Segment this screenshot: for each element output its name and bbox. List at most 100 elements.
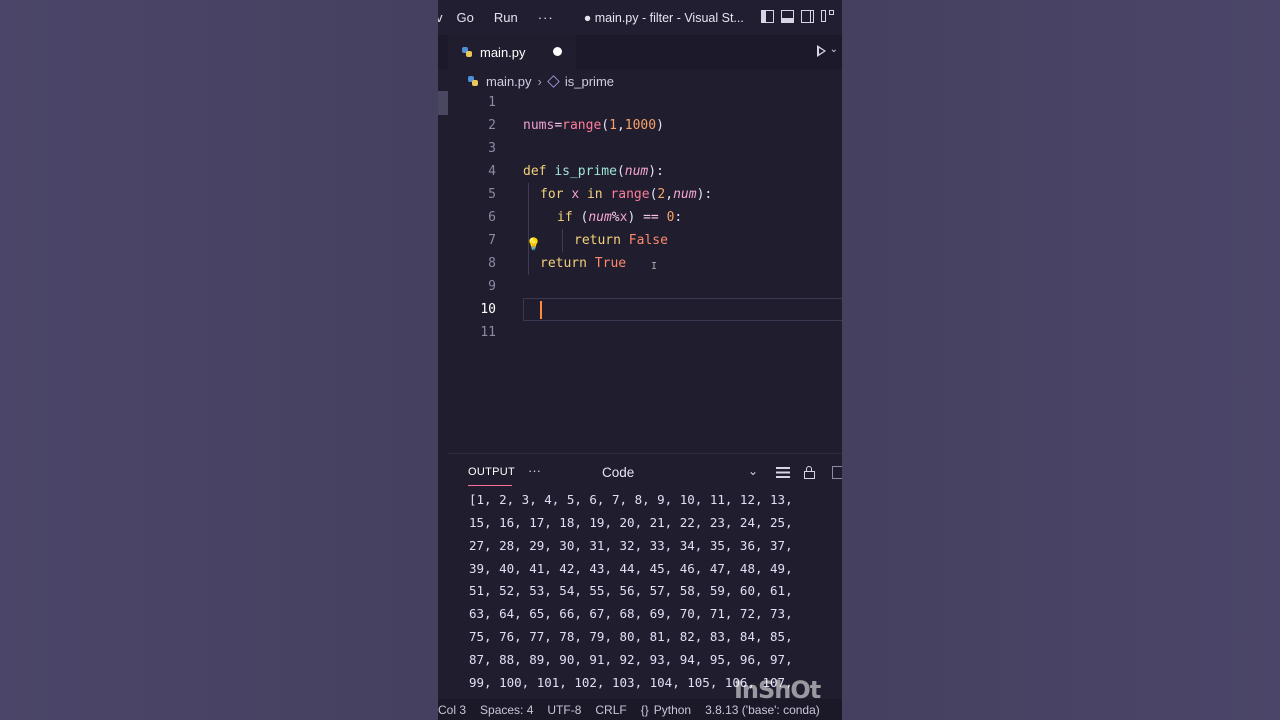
chevron-down-icon[interactable]: ⌄ <box>748 464 758 478</box>
breadcrumb-file[interactable]: main.py <box>486 74 532 89</box>
tab-main-py[interactable]: main.py <box>448 35 576 69</box>
current-code-line[interactable]: 10 <box>438 298 842 321</box>
token: return <box>540 256 587 271</box>
braces-icon: {} <box>640 702 649 717</box>
output-channel-select[interactable]: Code <box>602 465 634 480</box>
menu-view[interactable]: v <box>438 10 443 25</box>
token: for <box>540 187 564 202</box>
line-number: 6 <box>488 210 496 225</box>
code-line: 1 <box>438 91 842 114</box>
token: is_prime <box>554 164 617 179</box>
run-python-file-icon[interactable] <box>817 45 826 57</box>
menu-run[interactable]: Run <box>494 10 518 25</box>
output-line: 27, 28, 29, 30, 31, 32, 33, 34, 35, 36, … <box>469 538 793 553</box>
code-line: 6 if (num%x) == 0: <box>438 206 842 229</box>
toggle-secondary-sidebar-icon[interactable] <box>801 10 814 23</box>
tab-label: main.py <box>480 44 526 60</box>
window-title: ● main.py - filter - Visual St... <box>583 10 744 25</box>
token: True <box>594 256 627 271</box>
token: def <box>523 164 547 179</box>
token: range <box>562 118 602 133</box>
lock-scroll-icon[interactable] <box>804 466 816 479</box>
token: ): <box>648 164 664 179</box>
token: return <box>574 233 621 248</box>
line-number: 5 <box>488 187 496 202</box>
function-symbol-icon <box>547 74 560 88</box>
token: x <box>571 187 580 202</box>
code-editor[interactable]: 1 2 nums=range(1,1000) 3 4 def is_prime(… <box>438 91 842 453</box>
code-line: 7 💡 return False <box>438 229 842 252</box>
output-line: 15, 16, 17, 18, 19, 20, 21, 22, 23, 24, … <box>469 515 793 530</box>
token: == <box>643 210 659 225</box>
code-line: 3 <box>438 137 842 160</box>
breadcrumb-symbol[interactable]: is_prime <box>565 74 614 89</box>
output-line: 63, 64, 65, 66, 67, 68, 69, 70, 71, 72, … <box>469 606 793 621</box>
python-file-icon <box>462 47 472 57</box>
status-eol[interactable]: CRLF <box>595 703 626 717</box>
current-line-highlight <box>523 298 842 321</box>
code-line: 4 def is_prime(num): <box>438 160 842 183</box>
status-language[interactable]: Python <box>654 703 691 717</box>
token: ) <box>627 210 636 225</box>
editor-tab-bar: main.py <box>438 35 842 69</box>
code-line: 5 for x in range(2,num): <box>438 183 842 206</box>
tab-output[interactable]: OUTPUT <box>468 466 515 478</box>
status-cursor-position[interactable]: Col 3 <box>438 703 466 717</box>
output-line: 39, 40, 41, 42, 43, 44, 45, 46, 47, 48, … <box>469 561 793 576</box>
token: num <box>588 210 612 225</box>
toggle-panel-icon[interactable] <box>781 10 794 23</box>
code-text: def is_prime(num): <box>523 160 664 183</box>
token: : <box>674 210 683 225</box>
line-number: 1 <box>488 95 496 110</box>
token: = <box>554 118 563 133</box>
line-number: 7 <box>488 233 496 248</box>
token: range <box>610 187 650 202</box>
status-interpreter[interactable]: 3.8.13 ('base': conda) <box>705 703 820 717</box>
token: % <box>611 210 620 225</box>
code-text: for x in range(2,num): <box>540 183 712 206</box>
run-options-chevron-icon[interactable]: ⌄ <box>830 44 838 55</box>
right-backdrop <box>842 0 1280 720</box>
token: nums <box>523 118 555 133</box>
token: ): <box>696 187 713 202</box>
active-tab-indicator <box>468 485 512 486</box>
code-line: 2 nums=range(1,1000) <box>438 114 842 137</box>
inshot-watermark: InShOt <box>734 676 821 704</box>
line-number: 11 <box>480 325 496 340</box>
clear-output-icon[interactable] <box>776 467 790 478</box>
code-line: 9 <box>438 275 842 298</box>
token: , <box>665 187 674 202</box>
token: 1000 <box>624 118 657 133</box>
status-indentation[interactable]: Spaces: 4 <box>480 703 533 717</box>
token: ( <box>616 164 625 179</box>
vscode-window: v Go Run ··· ● main.py - filter - Visual… <box>438 0 842 720</box>
toggle-primary-sidebar-icon[interactable] <box>761 10 774 23</box>
layout-controls <box>761 10 834 23</box>
menu-go[interactable]: Go <box>457 10 474 25</box>
code-text: if (num%x) == 0: <box>557 206 682 229</box>
output-line: 51, 52, 53, 54, 55, 56, 57, 58, 59, 60, … <box>469 583 793 598</box>
status-encoding[interactable]: UTF-8 <box>547 703 581 717</box>
unsaved-dot-icon[interactable] <box>553 47 562 56</box>
code-text: return True <box>540 252 626 275</box>
output-panel: OUTPUT ··· Code ⌄ [1, 2, 3, 4, 5, 6, 7, … <box>448 453 842 700</box>
line-number: 4 <box>488 164 496 179</box>
token: 1 <box>609 118 617 133</box>
breadcrumb: main.py › is_prime <box>468 71 614 91</box>
customize-layout-icon[interactable] <box>821 10 834 23</box>
line-number: 10 <box>480 302 496 317</box>
token: ) <box>656 118 664 133</box>
token: ( <box>601 118 610 133</box>
copy-icon[interactable] <box>832 466 842 479</box>
token: if <box>557 210 573 225</box>
output-line: [1, 2, 3, 4, 5, 6, 7, 8, 9, 10, 11, 12, … <box>469 492 793 507</box>
mouse-ibeam-icon: I <box>651 261 658 272</box>
code-text: nums=range(1,1000) <box>523 114 664 137</box>
output-line: 87, 88, 89, 90, 91, 92, 93, 94, 95, 96, … <box>469 652 793 667</box>
token: num <box>624 164 649 179</box>
token: False <box>628 233 668 248</box>
token: in <box>586 187 603 202</box>
panel-more-button[interactable]: ··· <box>528 463 541 478</box>
token: num <box>673 187 697 202</box>
menu-more-button[interactable]: ··· <box>538 10 554 25</box>
